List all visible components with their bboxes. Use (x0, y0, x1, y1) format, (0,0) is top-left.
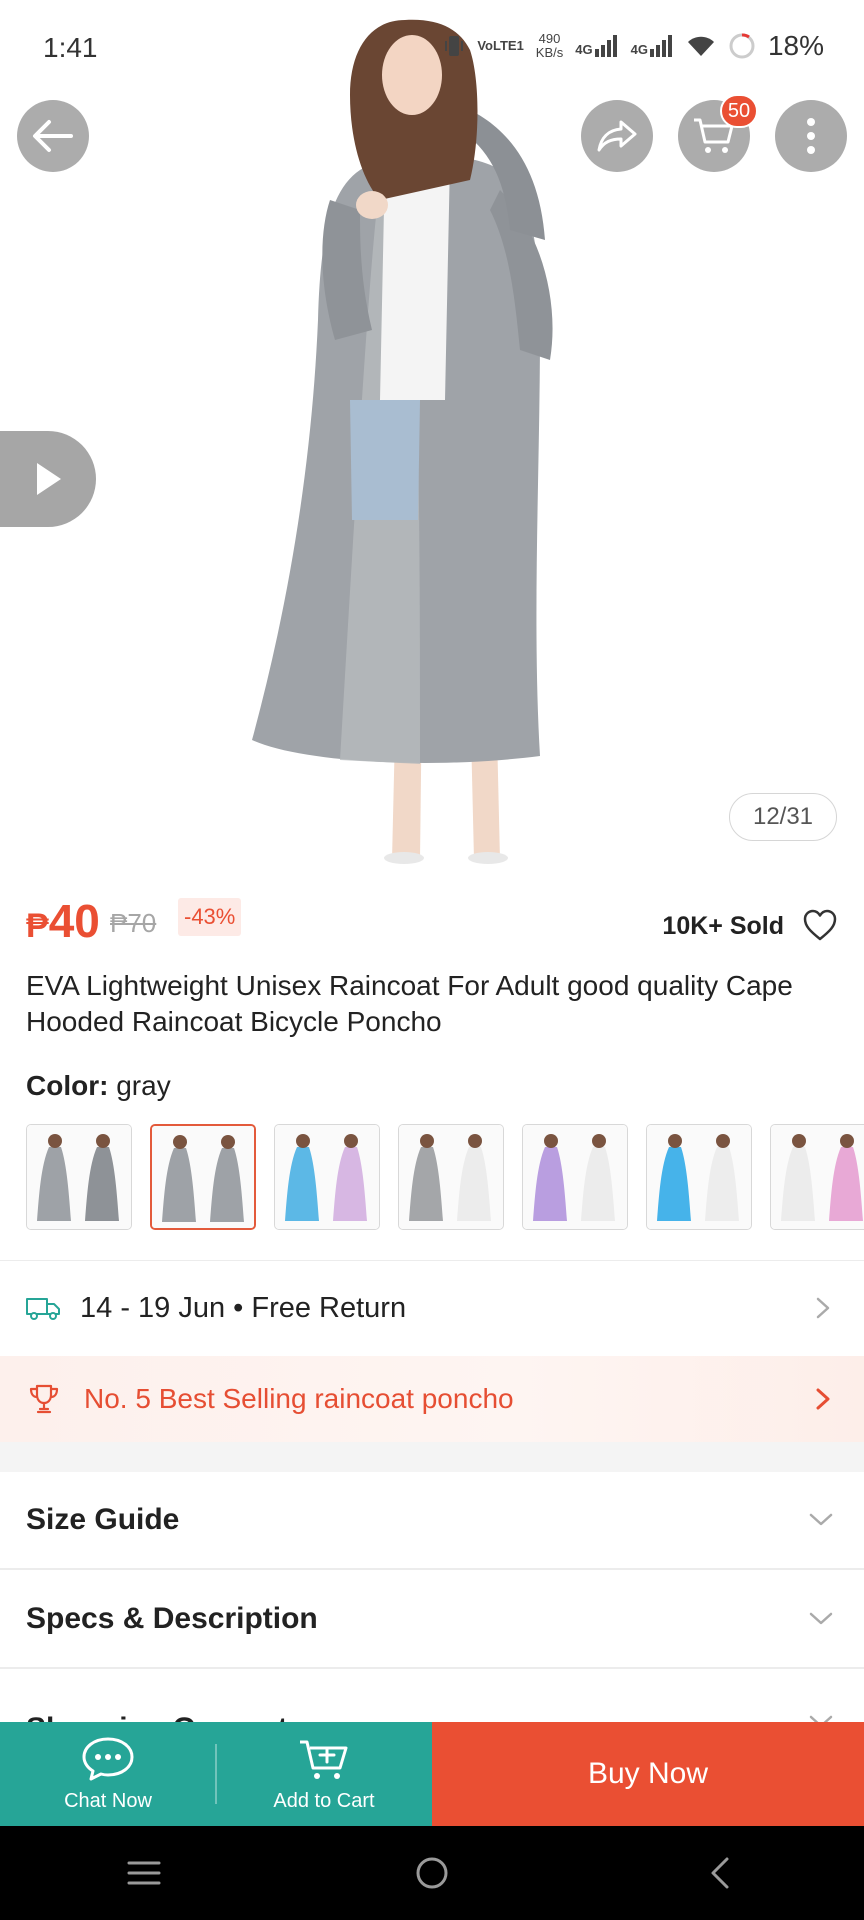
chat-now-button[interactable]: Chat Now (0, 1722, 216, 1826)
truck-icon (26, 1298, 60, 1320)
add-cart-icon (300, 1740, 348, 1779)
system-nav-bar (0, 1826, 864, 1920)
color-thumb-gray-pair[interactable] (26, 1124, 132, 1230)
network-speed-unit: KB/s (535, 45, 564, 60)
thumb-image (399, 1125, 503, 1229)
bottom-action-bar: Chat Now Add to Cart Buy Now (0, 1722, 864, 1826)
discount-badge: -43% (178, 898, 242, 936)
price-value: 40 (48, 895, 100, 947)
cart-count-badge: 50 (720, 94, 758, 128)
trophy-icon (29, 1384, 59, 1414)
signal-label: 4G (575, 42, 593, 57)
status-indicators: VoLTE1 490 KB/s 4G 4G 18% (445, 30, 824, 62)
delivery-row[interactable]: 14 - 19 Jun • Free Return (0, 1262, 864, 1354)
accordion-title: Specs & Description (26, 1602, 318, 1635)
add-to-cart-label: Add to Cart (273, 1789, 375, 1812)
thumb-image (771, 1125, 864, 1229)
product-image-gallery[interactable]: 1:41 VoLTE1 490 KB/s 4G 4G 18% 50 12/31 (0, 0, 864, 864)
signal-bars-icon (649, 35, 672, 57)
color-thumb-gray-single[interactable] (150, 1124, 256, 1230)
section-gap (0, 1442, 864, 1472)
color-thumb-blue-white-mix[interactable] (274, 1124, 380, 1230)
price-row: ₱40 ₱70 -43% 10K+ Sold (26, 890, 838, 950)
chevron-down-icon (809, 1513, 833, 1526)
arrow-left-icon (33, 120, 73, 152)
nav-back-button[interactable] (690, 1843, 750, 1903)
color-thumb-purple-white[interactable] (522, 1124, 628, 1230)
color-thumb-blue-white[interactable] (646, 1124, 752, 1230)
chat-now-label: Chat Now (64, 1789, 152, 1812)
image-counter: 12/31 (729, 793, 837, 841)
chevron-right-icon (816, 1297, 830, 1319)
play-icon (37, 463, 61, 495)
thumb-image (152, 1126, 254, 1228)
video-play-button[interactable] (0, 431, 96, 527)
accordion-specs-description[interactable]: Specs & Description (0, 1571, 864, 1669)
original-price: ₱70 (110, 908, 157, 938)
color-thumb-gray-white[interactable] (398, 1124, 504, 1230)
more-vertical-icon (807, 118, 815, 154)
more-button[interactable] (775, 100, 847, 172)
action-separator (215, 1744, 217, 1804)
action-left-group: Chat Now Add to Cart (0, 1722, 432, 1826)
color-label-key: Color: (26, 1070, 109, 1101)
signal-bars-icon (594, 35, 617, 57)
color-thumbnails (26, 1124, 864, 1230)
recents-button[interactable] (114, 1843, 174, 1903)
buy-now-button[interactable]: Buy Now (432, 1722, 864, 1826)
chevron-down-icon (809, 1612, 833, 1625)
network-speed-value: 490 (538, 31, 561, 46)
heart-icon[interactable] (802, 908, 838, 942)
current-price: ₱40 (26, 894, 100, 948)
chat-icon (82, 1737, 134, 1780)
chevron-right-icon (816, 1388, 830, 1410)
color-thumb-white-pink[interactable] (770, 1124, 864, 1230)
thumb-image (27, 1125, 131, 1229)
thumb-image (523, 1125, 627, 1229)
product-title: EVA Lightweight Unisex Raincoat For Adul… (26, 970, 793, 1037)
accordion-title: Size Guide (26, 1503, 180, 1536)
share-icon (597, 120, 637, 152)
add-to-cart-button[interactable]: Add to Cart (216, 1722, 432, 1826)
delivery-estimate: 14 - 19 Jun • Free Return (80, 1291, 407, 1324)
signal-label: 4G (630, 42, 648, 57)
accordion-size-guide[interactable]: Size Guide (0, 1472, 864, 1570)
back-button[interactable] (17, 100, 89, 172)
thumb-image (275, 1125, 379, 1229)
thumb-image (647, 1125, 751, 1229)
signal-4g-1: 4G (575, 35, 618, 57)
home-circle-icon (416, 1857, 448, 1889)
currency-symbol: ₱ (26, 907, 49, 945)
wifi-icon (687, 36, 714, 56)
signal-4g-2: 4G (631, 35, 674, 57)
best-selling-banner[interactable]: No. 5 Best Selling raincoat poncho (0, 1356, 864, 1442)
vibrate-icon (445, 36, 464, 56)
home-button[interactable] (402, 1843, 462, 1903)
battery-level: 18% (767, 30, 824, 61)
network-speed: 490 KB/s (536, 32, 563, 60)
best-selling-text: No. 5 Best Selling raincoat poncho (84, 1383, 514, 1414)
color-label-value: gray (116, 1070, 171, 1101)
sold-count: 10K+ Sold (662, 912, 784, 940)
color-selector-label: Color: gray (26, 1070, 171, 1102)
divider (0, 1260, 864, 1261)
share-button[interactable] (581, 100, 653, 172)
status-bar: 1:41 VoLTE1 490 KB/s 4G 4G 18% (0, 0, 864, 98)
status-time: 1:41 (43, 32, 98, 63)
chevron-left-icon (711, 1857, 729, 1889)
battery-ring-icon (729, 33, 755, 59)
volte-label: VoLTE1 (477, 38, 524, 53)
menu-icon (127, 1861, 161, 1885)
cart-button[interactable]: 50 (678, 94, 758, 172)
